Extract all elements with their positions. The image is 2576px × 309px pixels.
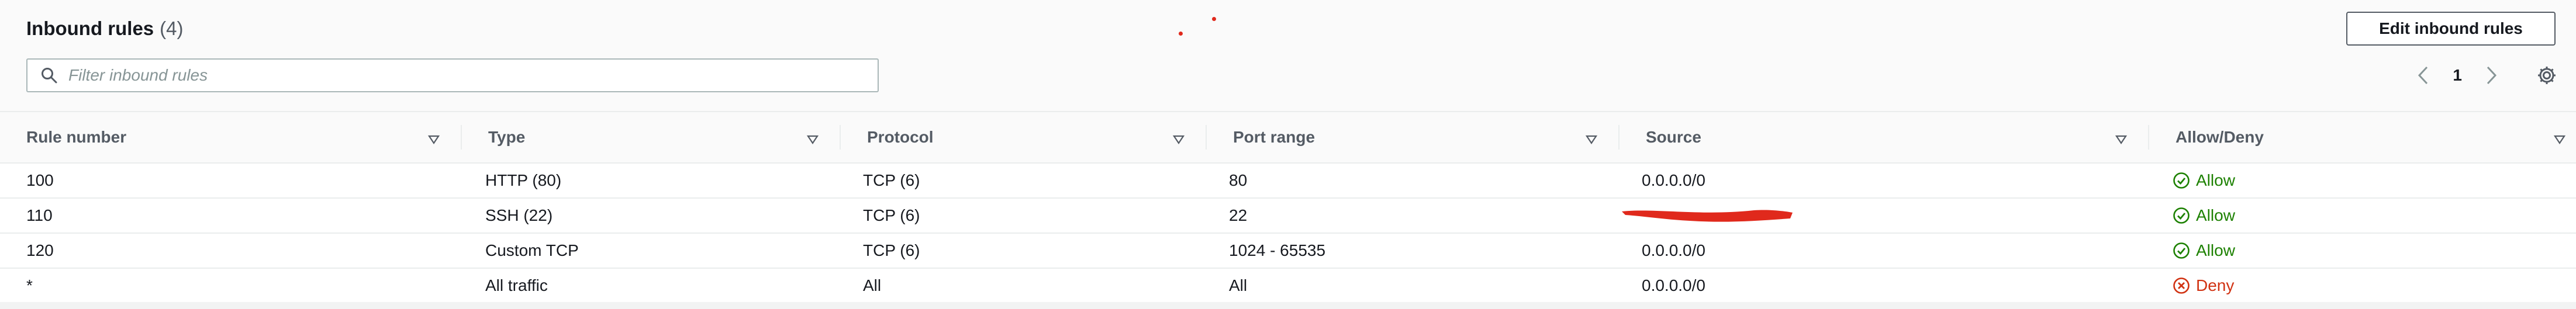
- sort-caret-icon[interactable]: [2115, 131, 2128, 144]
- port-range-cell: 1024 - 65535: [1229, 241, 1326, 259]
- rule-number-cell: 100: [26, 171, 54, 189]
- table-row[interactable]: 110 SSH (22) TCP (6) 22 Allow: [0, 199, 2576, 234]
- inbound-rules-panel: Inbound rules (4) Edit inbound rules 1: [0, 0, 2576, 309]
- source-cell: 0.0.0.0/0: [1642, 276, 1705, 294]
- port-range-cell: 80: [1229, 171, 1248, 189]
- pagination: 1: [2412, 58, 2558, 92]
- rule-number-cell: *: [26, 276, 33, 294]
- gear-icon[interactable]: [2535, 64, 2558, 87]
- status-allow: Allow: [2173, 199, 2235, 232]
- sort-caret-icon[interactable]: [1585, 131, 1598, 144]
- status-deny: Deny: [2173, 269, 2234, 303]
- panel-title: Inbound rules (4): [26, 18, 184, 40]
- filter-input[interactable]: [67, 65, 859, 85]
- annotation-dot: [1179, 32, 1183, 36]
- check-circle-icon: [2173, 172, 2190, 189]
- column-header-protocol[interactable]: Protocol: [841, 112, 1207, 162]
- status-allow: Allow: [2173, 164, 2235, 197]
- rules-table: Rule number Type Protocol Port range Sou: [0, 112, 2576, 304]
- column-header-source[interactable]: Source: [1620, 112, 2149, 162]
- check-circle-icon: [2173, 207, 2190, 224]
- table-row[interactable]: 120 Custom TCP TCP (6) 1024 - 65535 0.0.…: [0, 234, 2576, 269]
- table-row[interactable]: 100 HTTP (80) TCP (6) 80 0.0.0.0/0 Allow: [0, 164, 2576, 199]
- chevron-right-icon[interactable]: [2480, 64, 2503, 87]
- rule-count: (4): [160, 18, 184, 39]
- port-range-cell: All: [1229, 276, 1248, 294]
- table-row[interactable]: * All traffic All All 0.0.0.0/0 Deny: [0, 269, 2576, 304]
- type-cell: HTTP (80): [485, 171, 562, 189]
- type-cell: Custom TCP: [485, 241, 579, 259]
- panel-header: Inbound rules (4) Edit inbound rules 1: [0, 0, 2576, 112]
- column-header-port-range[interactable]: Port range: [1207, 112, 1620, 162]
- page-number[interactable]: 1: [2453, 66, 2462, 85]
- protocol-cell: TCP (6): [863, 206, 920, 224]
- sort-caret-icon[interactable]: [806, 131, 819, 144]
- column-header-rule-number[interactable]: Rule number: [0, 112, 462, 162]
- type-cell: SSH (22): [485, 206, 553, 224]
- search-icon: [40, 67, 58, 84]
- chevron-left-icon[interactable]: [2412, 64, 2435, 87]
- annotation-dot: [1212, 17, 1216, 21]
- protocol-cell: TCP (6): [863, 241, 920, 259]
- filter-box[interactable]: [26, 58, 879, 92]
- source-cell: 0.0.0.0/0: [1642, 171, 1705, 189]
- type-cell: All traffic: [485, 276, 548, 294]
- sort-caret-icon[interactable]: [1172, 131, 1185, 144]
- port-range-cell: 22: [1229, 206, 1248, 224]
- redaction-scribble: [1622, 210, 1793, 222]
- status-allow: Allow: [2173, 234, 2235, 268]
- sort-caret-icon[interactable]: [2553, 131, 2566, 144]
- column-header-type[interactable]: Type: [462, 112, 841, 162]
- sort-caret-icon[interactable]: [427, 131, 440, 144]
- source-cell: 0.0.0.0/0: [1642, 241, 1705, 259]
- title-text: Inbound rules: [26, 18, 154, 39]
- rule-number-cell: 120: [26, 241, 54, 259]
- rule-number-cell: 110: [26, 206, 53, 224]
- check-circle-icon: [2173, 242, 2190, 259]
- protocol-cell: TCP (6): [863, 171, 920, 189]
- table-header: Rule number Type Protocol Port range Sou: [0, 112, 2576, 164]
- x-circle-icon: [2173, 277, 2190, 294]
- edit-inbound-rules-button[interactable]: Edit inbound rules: [2346, 12, 2556, 46]
- panel-bottom-border: [0, 302, 2576, 309]
- column-header-allow-deny[interactable]: Allow/Deny: [2149, 112, 2576, 162]
- protocol-cell: All: [863, 276, 882, 294]
